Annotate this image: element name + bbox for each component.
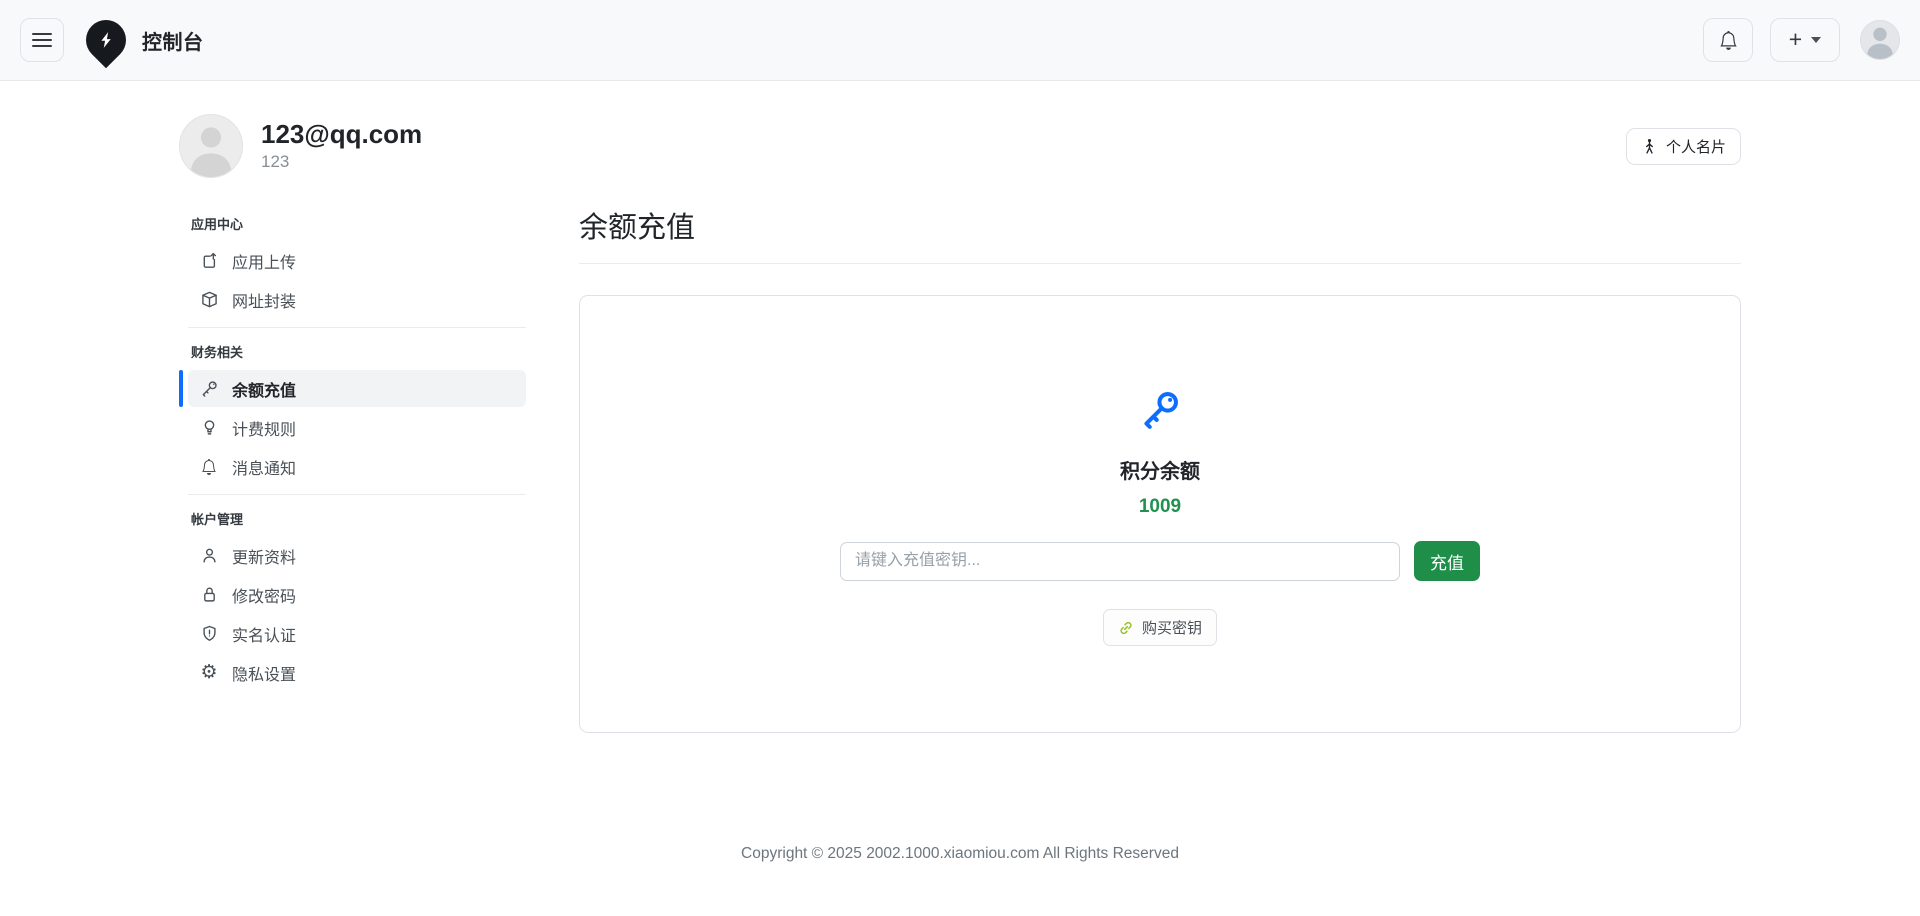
- link-icon: [1118, 620, 1134, 636]
- sidebar-item-label: 消息通知: [232, 455, 296, 479]
- menu-toggle-button[interactable]: [20, 18, 64, 62]
- copyright-text: Copyright © 2025 2002.1000.xiaomiou.com …: [741, 845, 1179, 862]
- sidebar-group-finance: 财务相关: [179, 332, 526, 368]
- profile-header: 123@qq.com 123 个人名片: [179, 114, 1741, 178]
- lightning-icon: [97, 31, 115, 49]
- buy-key-button[interactable]: 购买密钥: [1103, 609, 1217, 646]
- sidebar-item-notifications[interactable]: 消息通知: [188, 448, 526, 485]
- sidebar-item-label: 应用上传: [232, 249, 296, 273]
- key-icon: [200, 380, 218, 398]
- personal-card-button[interactable]: 个人名片: [1626, 128, 1741, 165]
- box-icon: [200, 291, 218, 309]
- sidebar-item-balance-recharge[interactable]: 余额充值: [188, 370, 526, 407]
- app-title: 控制台: [142, 26, 204, 55]
- topbar: 控制台 +: [0, 0, 1920, 81]
- notifications-button[interactable]: [1703, 18, 1753, 62]
- sidebar-item-billing-rules[interactable]: 计费规则: [188, 409, 526, 446]
- recharge-panel: 积分余额 1009 充值 购买密钥: [579, 295, 1741, 733]
- hamburger-icon: [32, 33, 52, 35]
- sidebar-group-app-center: 应用中心: [179, 204, 526, 240]
- buy-key-label: 购买密钥: [1142, 617, 1202, 638]
- personal-card-label: 个人名片: [1666, 136, 1726, 157]
- person-icon: [200, 547, 218, 565]
- recharge-button[interactable]: 充值: [1414, 541, 1480, 581]
- sidebar-item-label: 更新资料: [232, 544, 296, 568]
- person-standing-icon: [1641, 138, 1658, 155]
- lock-icon: [200, 586, 218, 604]
- app-logo[interactable]: [78, 12, 135, 69]
- sidebar: 应用中心 应用上传 网址封装: [179, 204, 526, 693]
- page-container: 123@qq.com 123 个人名片 应用中心 应用上传: [179, 114, 1741, 733]
- bell-icon: [200, 458, 218, 476]
- chevron-down-icon: [1811, 37, 1821, 43]
- sidebar-item-label: 余额充值: [232, 377, 296, 401]
- sidebar-divider: [188, 494, 526, 495]
- profile-username: 123: [261, 152, 422, 172]
- person-silhouette-icon: [180, 114, 242, 178]
- sidebar-item-update-profile[interactable]: 更新资料: [188, 537, 526, 574]
- balance-label: 积分余额: [1120, 455, 1200, 484]
- content-columns: 应用中心 应用上传 网址封装: [179, 204, 1741, 733]
- sidebar-item-change-password[interactable]: 修改密码: [188, 576, 526, 613]
- person-silhouette-icon: [1861, 20, 1899, 60]
- sidebar-group-account: 帐户管理: [179, 499, 526, 535]
- sidebar-item-url-packaging[interactable]: 网址封装: [188, 281, 526, 318]
- gear-icon: ⚙: [200, 664, 218, 682]
- lightbulb-icon: [200, 419, 218, 437]
- sidebar-item-app-upload[interactable]: 应用上传: [188, 242, 526, 279]
- balance-value: 1009: [1139, 496, 1181, 518]
- sidebar-divider: [188, 327, 526, 328]
- topbar-left: 控制台: [20, 18, 204, 62]
- recharge-key-input[interactable]: [840, 542, 1400, 581]
- profile-email: 123@qq.com: [261, 120, 422, 150]
- plus-icon: +: [1789, 28, 1802, 51]
- add-button[interactable]: +: [1770, 18, 1840, 62]
- shield-exclamation-icon: [200, 625, 218, 643]
- sidebar-item-real-name-verification[interactable]: 实名认证: [188, 615, 526, 652]
- sidebar-item-label: 修改密码: [232, 583, 296, 607]
- footer: Copyright © 2025 2002.1000.xiaomiou.com …: [0, 845, 1920, 863]
- sidebar-item-label: 实名认证: [232, 622, 296, 646]
- profile-texts: 123@qq.com 123: [261, 120, 422, 173]
- upload-box-icon: [200, 252, 218, 270]
- topbar-right: +: [1703, 18, 1900, 62]
- sidebar-item-privacy-settings[interactable]: ⚙ 隐私设置: [188, 654, 526, 691]
- topbar-avatar[interactable]: [1860, 20, 1900, 60]
- recharge-form: 充值: [840, 541, 1480, 581]
- page-title: 余额充值: [579, 204, 1741, 264]
- sidebar-item-label: 隐私设置: [232, 661, 296, 685]
- key-icon: [1138, 388, 1182, 432]
- bell-icon: [1719, 31, 1738, 50]
- profile-avatar: [179, 114, 243, 178]
- sidebar-item-label: 计费规则: [232, 416, 296, 440]
- sidebar-item-label: 网址封装: [232, 288, 296, 312]
- main-content: 余额充值 积分余额 1009 充值: [579, 204, 1741, 733]
